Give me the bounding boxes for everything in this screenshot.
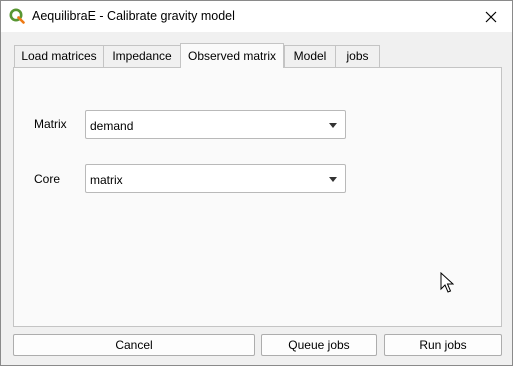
chevron-down-icon xyxy=(329,123,337,128)
tab-impedance[interactable]: Impedance xyxy=(103,45,181,67)
cancel-button[interactable]: Cancel xyxy=(13,334,255,356)
run-jobs-button[interactable]: Run jobs xyxy=(384,334,502,356)
queue-jobs-button[interactable]: Queue jobs xyxy=(261,334,377,356)
qgis-logo-icon xyxy=(9,8,25,24)
tab-load-matrices[interactable]: Load matrices xyxy=(14,45,104,67)
tab-jobs[interactable]: jobs xyxy=(335,45,380,67)
window-title: AequilibraE - Calibrate gravity model xyxy=(32,9,235,23)
close-button[interactable] xyxy=(474,3,508,30)
title-bar: AequilibraE - Calibrate gravity model xyxy=(1,1,512,32)
observed-matrix-panel: Matrix demand Core matrix xyxy=(13,67,502,327)
core-select[interactable]: matrix xyxy=(85,164,346,193)
mouse-pointer-icon xyxy=(440,272,454,293)
matrix-select[interactable]: demand xyxy=(85,110,346,139)
matrix-select-value: demand xyxy=(90,119,134,133)
tab-observed-matrix[interactable]: Observed matrix xyxy=(180,43,284,68)
core-select-value: matrix xyxy=(90,173,123,187)
tab-model[interactable]: Model xyxy=(284,45,336,67)
matrix-label: Matrix xyxy=(34,117,67,131)
close-icon xyxy=(485,11,497,22)
dialog-window: AequilibraE - Calibrate gravity model Lo… xyxy=(0,0,513,366)
chevron-down-icon xyxy=(329,177,337,182)
core-label: Core xyxy=(34,172,61,186)
